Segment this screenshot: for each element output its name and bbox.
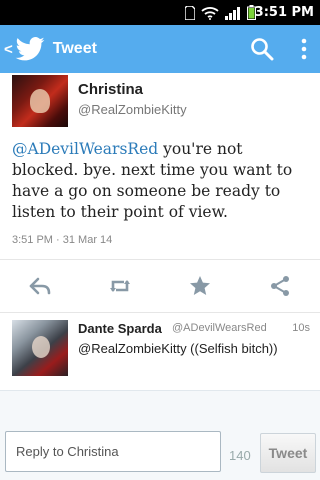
- back-button[interactable]: < Tweet: [0, 25, 97, 73]
- tweet-button[interactable]: Tweet: [260, 433, 316, 473]
- back-chevron-icon: <: [4, 40, 13, 58]
- tweet-action-row: [0, 260, 320, 312]
- reply-author-name: Dante Sparda: [78, 321, 162, 336]
- wifi-icon: [201, 6, 219, 20]
- overflow-menu-icon[interactable]: [300, 37, 308, 61]
- status-bar: 3:51 PM: [0, 0, 320, 25]
- author-name[interactable]: Christina: [78, 81, 143, 98]
- char-counter: 140: [229, 448, 251, 463]
- screen-title: Tweet: [52, 40, 97, 57]
- reply-composer: 140 Tweet: [0, 390, 320, 480]
- twitter-bird-icon: [15, 37, 45, 61]
- tweet-timestamp: 3:51 PM · 31 Mar 14: [12, 234, 113, 246]
- status-clock: 3:51 PM: [254, 5, 314, 20]
- reply-icon[interactable]: [28, 274, 52, 298]
- author-handle[interactable]: @RealZombieKitty: [78, 102, 187, 117]
- retweet-icon[interactable]: [108, 274, 132, 298]
- tweet-text: @ADevilWearsRed you're not blocked. bye.…: [12, 139, 312, 223]
- reply-tweet[interactable]: Dante Sparda @ADevilWearsRed 10s @RealZo…: [0, 316, 320, 386]
- favorite-star-icon[interactable]: [188, 274, 212, 298]
- status-icons: [185, 4, 256, 21]
- reply-avatar[interactable]: [12, 320, 68, 376]
- sim-card-icon: [185, 5, 195, 20]
- mention-link[interactable]: @ADevilWearsRed: [12, 140, 158, 158]
- reply-input[interactable]: [5, 431, 221, 472]
- signal-icon: [225, 6, 240, 20]
- tweet-detail: Christina @RealZombieKitty @ADevilWearsR…: [0, 73, 320, 390]
- reply-time: 10s: [292, 322, 310, 334]
- author-avatar[interactable]: [12, 75, 68, 127]
- divider: [0, 312, 320, 313]
- action-bar: < Tweet: [0, 25, 320, 73]
- reply-text: @RealZombieKitty ((Selfish bitch)): [78, 341, 278, 356]
- search-icon[interactable]: [250, 37, 274, 61]
- share-icon[interactable]: [268, 274, 292, 298]
- reply-author-handle: @ADevilWearsRed: [172, 322, 267, 334]
